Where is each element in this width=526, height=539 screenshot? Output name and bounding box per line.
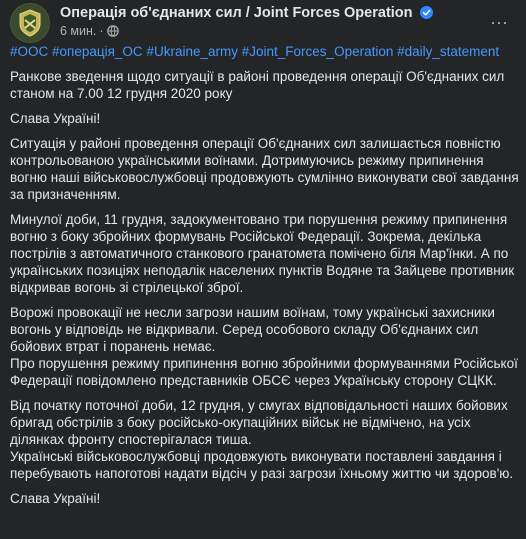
globe-icon[interactable]	[106, 25, 119, 37]
hashtag-list: #ООС #операція_ОС #Ukraine_army #Joint_F…	[10, 43, 520, 60]
meta-separator: ·	[99, 24, 104, 38]
post-header: Операція об'єднаних сил / Joint Forces O…	[10, 3, 516, 43]
hashtag-link[interactable]: #операція_ОС	[52, 44, 143, 59]
post-paragraph: Українські військовослужбовці продовжуют…	[10, 449, 514, 481]
post-paragraph: Слава Україні!	[10, 491, 101, 506]
post-paragraph: Від початку поточної доби, 12 грудня, у …	[10, 398, 508, 447]
post-paragraph: Ситуація у районі проведення операції Об…	[10, 136, 519, 202]
hashtag-link[interactable]: #daily_statement	[397, 44, 499, 59]
post-paragraph: Ворожі провокації не несли загрози нашим…	[10, 305, 495, 354]
more-options-icon: ···	[490, 11, 508, 32]
post-paragraph: Минулої доби, 11 грудня, задокументовано…	[10, 212, 515, 295]
verified-badge-icon	[419, 6, 433, 19]
post-paragraph: Ранкове зведення щодо ситуації в районі …	[10, 69, 505, 101]
hashtag-link[interactable]: #ООС	[10, 44, 48, 59]
post-meta: 6 мин. ·	[60, 24, 119, 38]
post-content: #ООС #операція_ОС #Ukraine_army #Joint_F…	[10, 43, 520, 515]
page-name[interactable]: Операція об'єднаних сил / Joint Forces O…	[60, 5, 413, 21]
page-avatar[interactable]	[10, 3, 50, 43]
hashtag-link[interactable]: #Ukraine_army	[146, 44, 238, 59]
post-timestamp[interactable]: 6 мин.	[60, 24, 96, 38]
facebook-post: Операція об'єднаних сил / Joint Forces O…	[0, 0, 526, 539]
post-paragraph: Про порушення режиму припинення вогню зб…	[10, 356, 518, 388]
hashtag-link[interactable]: #Joint_Forces_Operation	[242, 44, 394, 59]
post-paragraph: Слава Україні!	[10, 111, 101, 126]
emblem-icon	[11, 4, 49, 42]
page-name-link[interactable]: Операція об'єднаних сил / Joint Forces O…	[60, 5, 433, 21]
more-options-button[interactable]: ···	[484, 7, 514, 37]
